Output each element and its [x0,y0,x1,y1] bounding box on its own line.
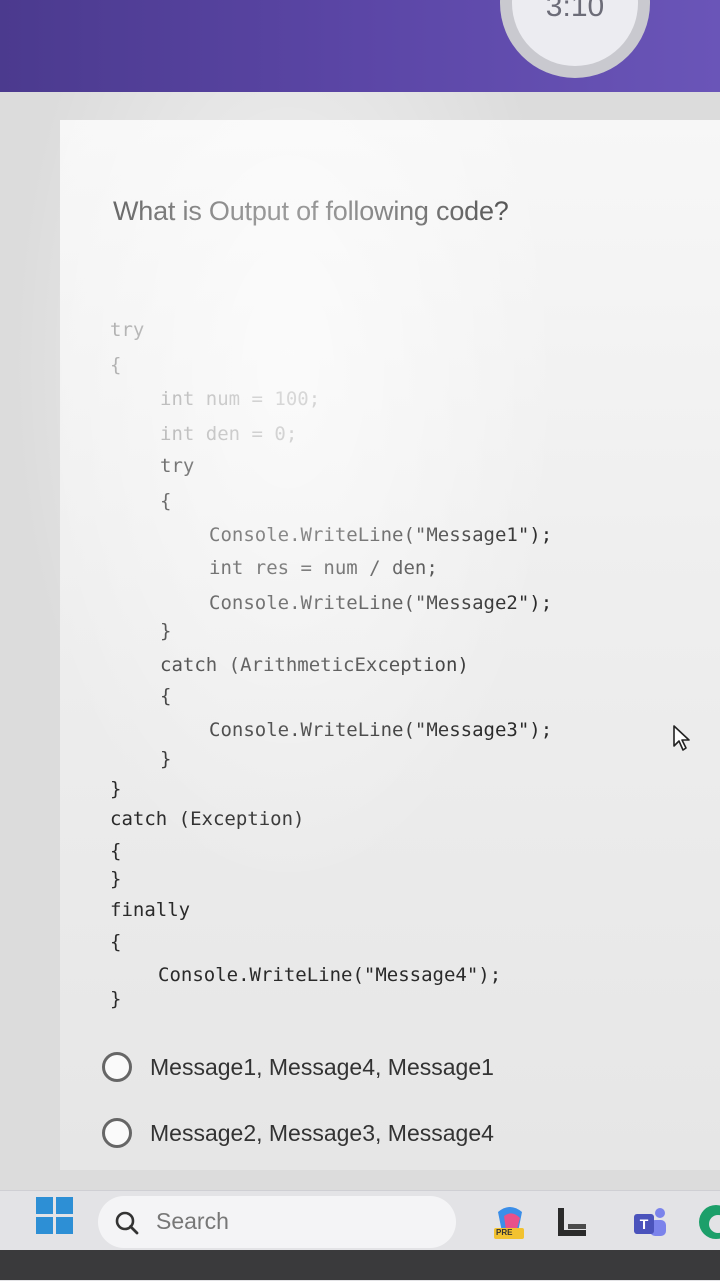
taskbar-search-box[interactable]: Search [98,1196,456,1248]
screen-bezel [0,1250,720,1280]
teams-icon[interactable]: T [630,1202,670,1242]
radio-button-1[interactable] [102,1052,132,1082]
search-icon [114,1210,140,1241]
answer-option-2[interactable]: Message2, Message3, Message4 [102,1118,494,1148]
windows-start-icon[interactable] [36,1197,74,1235]
radio-button-2[interactable] [102,1118,132,1148]
search-label: Search [156,1208,229,1234]
copilot-icon[interactable]: PRE [490,1202,530,1242]
answer-option-label: Message1, Message4, Message1 [150,1053,494,1080]
answer-option-label: Message2, Message3, Message4 [150,1119,494,1146]
answer-option-1[interactable]: Message1, Message4, Message1 [102,1052,494,1082]
timer-text: 3:10 [545,0,605,23]
mouse-pointer-icon [672,724,694,757]
app-l-icon[interactable] [552,1202,592,1242]
edge-browser-icon[interactable] [696,1202,720,1242]
svg-text:T: T [640,1216,649,1232]
question-text: What is Output of following code? [113,196,509,226]
copilot-pre-badge: PRE [496,1228,513,1237]
question-card [60,120,720,1170]
